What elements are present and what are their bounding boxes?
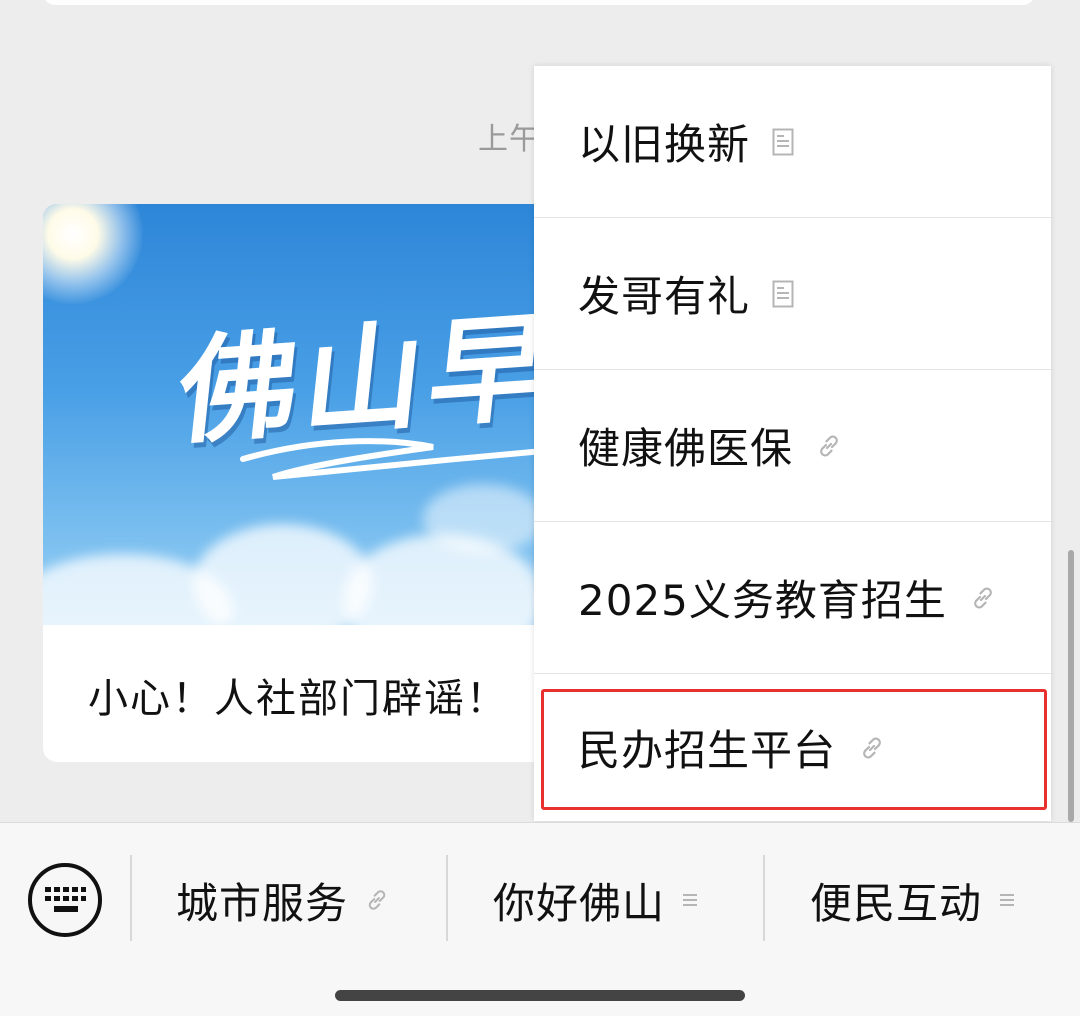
menu-item-label: 发哥有礼 bbox=[578, 272, 751, 321]
scrollbar[interactable] bbox=[1068, 550, 1074, 822]
menu-item-compulsory-education-enrollment[interactable]: 2025义务教育招生 bbox=[534, 522, 1051, 674]
tab-city-services[interactable]: 城市服务 bbox=[176, 865, 390, 935]
bottom-menu-bar: 城市服务 你好佛山 便民互动 bbox=[0, 822, 1080, 1016]
message-timestamp: 上午 bbox=[478, 122, 540, 157]
menu-item-trade-in[interactable]: 以旧换新 bbox=[534, 66, 1051, 218]
menu-item-label: 民办招生平台 bbox=[578, 726, 837, 775]
tab-label: 城市服务 bbox=[176, 878, 349, 928]
tab-label: 便民互动 bbox=[810, 878, 983, 928]
home-indicator[interactable] bbox=[335, 990, 745, 1001]
menu-item-label: 健康佛医保 bbox=[578, 424, 794, 473]
menu-item-private-school-enrollment[interactable]: 民办招生平台 bbox=[534, 674, 1051, 821]
document-icon bbox=[772, 128, 794, 156]
document-icon bbox=[772, 280, 794, 308]
tab-hello-foshan[interactable]: 你好佛山 bbox=[493, 865, 699, 935]
keyboard-icon bbox=[45, 887, 86, 912]
divider bbox=[446, 855, 448, 941]
cloud bbox=[423, 484, 543, 554]
menu-item-label: 以旧换新 bbox=[578, 120, 751, 169]
tab-citizen-interaction[interactable]: 便民互动 bbox=[810, 865, 1016, 935]
menu-item-label: 2025义务教育招生 bbox=[578, 576, 947, 625]
tab-label: 你好佛山 bbox=[493, 878, 666, 928]
article-title: 小心！人社部门辟谣！ bbox=[88, 676, 508, 722]
keyboard-toggle-button[interactable] bbox=[28, 863, 102, 937]
divider bbox=[763, 855, 765, 941]
link-icon bbox=[815, 432, 843, 460]
menu-item-health-insurance[interactable]: 健康佛医保 bbox=[534, 370, 1051, 522]
link-icon bbox=[969, 584, 997, 612]
cover-swoosh-decoration bbox=[240, 438, 546, 480]
divider bbox=[130, 855, 132, 941]
link-icon bbox=[858, 734, 886, 762]
menu-lines-icon bbox=[681, 891, 699, 909]
menu-lines-icon bbox=[998, 891, 1016, 909]
submenu-popup: 以旧换新 发哥有礼 健康佛医保 2025义务教育招生 民办招生平台 bbox=[534, 66, 1051, 821]
menu-item-gift[interactable]: 发哥有礼 bbox=[534, 218, 1051, 370]
previous-message-card[interactable] bbox=[43, 0, 1035, 5]
link-icon bbox=[364, 887, 390, 913]
sun-glow bbox=[43, 204, 143, 304]
